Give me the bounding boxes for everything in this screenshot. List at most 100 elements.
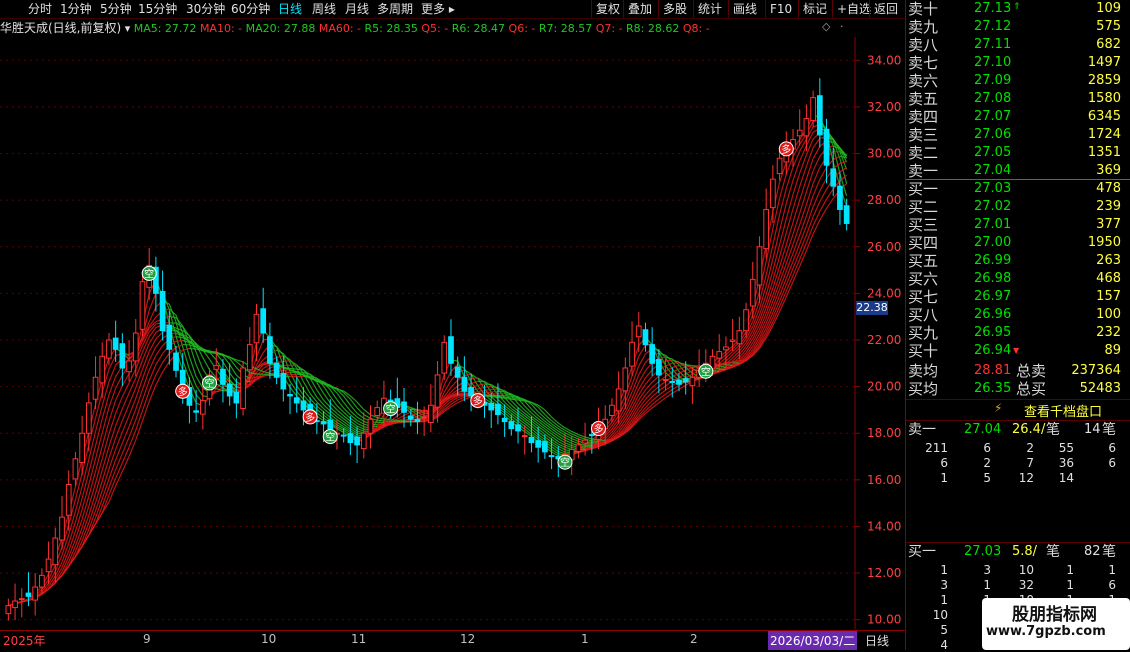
candle-body [73, 459, 78, 479]
period-tab-3[interactable]: 15分钟 [138, 1, 177, 17]
ma-ribbon-line [102, 382, 109, 406]
period-tab-6[interactable]: 日线 [278, 1, 302, 17]
down-arrow-icon: ▼ [1013, 346, 1019, 355]
sell-level-4[interactable]: 卖六27.092859 [906, 72, 1121, 90]
candle-body [771, 179, 776, 207]
ma-ribbon-line [203, 358, 210, 370]
price-tick-label: 32.00 [867, 100, 901, 114]
title-caret-icon[interactable]: ▾ [125, 22, 131, 35]
candle-body [529, 437, 534, 442]
buy-level-6[interactable]: 买七26.97157 [906, 288, 1121, 306]
ma-ribbon-line [780, 204, 787, 231]
order-book-panel: 卖十27.13109卖九27.12575卖八27.11682卖七27.10149… [905, 0, 1130, 650]
ma-ribbon-line [96, 406, 103, 432]
buy-level-3[interactable]: 买四27.001950 [906, 234, 1121, 252]
buy1-queue-header: 买一27.035.8/笔82笔 [906, 542, 1130, 561]
level-label: 卖八 [908, 36, 938, 54]
toolbar-separator [832, 0, 833, 18]
candle-body [261, 309, 266, 333]
sell-level-5[interactable]: 卖五27.081580 [906, 90, 1121, 108]
toolbar-button-6[interactable]: 标记 [803, 1, 827, 17]
buy-level-4[interactable]: 买五26.99263 [906, 252, 1121, 270]
candle-body [804, 119, 809, 136]
period-tab-5[interactable]: 60分钟 [231, 1, 270, 17]
toolbar-separator [623, 0, 624, 18]
indicator-legend: 华胜天成(日线,前复权) ▾ MA5: 27.72 MA10: - MA20: … [0, 19, 856, 37]
ma-ribbon-line [800, 216, 807, 235]
level-price: 27.01 [974, 216, 1024, 234]
ma-ribbon-line [471, 378, 478, 379]
sell-level-9[interactable]: 卖一27.04369 [906, 162, 1121, 180]
sell-level-6[interactable]: 卖四27.076345 [906, 108, 1121, 126]
ma-ribbon-line [102, 395, 109, 419]
ma-ribbon-line [485, 392, 492, 393]
level-price: 26.95 [974, 324, 1024, 342]
ma-ribbon-line [485, 384, 492, 385]
period-tab-7[interactable]: 周线 [312, 1, 336, 17]
ma-values: MA5: 27.72 MA10: - MA20: 27.88 MA60: - R… [134, 22, 710, 35]
toolbar-separator [798, 0, 799, 18]
buy-level-1[interactable]: 买二27.02239 [906, 198, 1121, 216]
level-price: 27.08 [974, 90, 1024, 108]
period-tab-8[interactable]: 月线 [345, 1, 369, 17]
buy-summary: 买均26.35总买52483 [906, 380, 1121, 398]
ma-ribbon-line [813, 220, 820, 234]
ma-ribbon-line [491, 391, 498, 392]
buy-level-5[interactable]: 买六26.98468 [906, 270, 1121, 288]
sell-level-8[interactable]: 卖二27.051351 [906, 144, 1121, 162]
candle-body [355, 437, 360, 445]
ma-ribbon-line [142, 381, 149, 400]
period-tab-4[interactable]: 30分钟 [186, 1, 225, 17]
level-label: 卖六 [908, 72, 938, 90]
level-volume: 468 [1051, 270, 1121, 288]
sell-level-1[interactable]: 卖九27.12575 [906, 18, 1121, 36]
sell-level-3[interactable]: 卖七27.101497 [906, 54, 1121, 72]
level-volume: 89 [1051, 342, 1121, 360]
buy-level-2[interactable]: 买三27.01377 [906, 216, 1121, 234]
ma-ribbon-line [96, 419, 103, 446]
period-tab-1[interactable]: 1分钟 [60, 1, 92, 17]
sell-level-2[interactable]: 卖八27.11682 [906, 36, 1121, 54]
candle-body [636, 326, 641, 337]
level-price: 26.99 [974, 252, 1024, 270]
candle-body [402, 402, 407, 412]
period-tab-9[interactable]: 多周期 [377, 1, 413, 17]
period-tab-10[interactable]: 更多 ▸ [421, 1, 455, 17]
level-volume: 377 [1051, 216, 1121, 234]
ma-ribbon-line [518, 418, 525, 423]
ma-ribbon-line [511, 399, 518, 400]
kline-chart[interactable]: 34.0032.0030.0028.0026.0024.0022.0020.00… [0, 37, 905, 630]
ma-ribbon-line [713, 371, 720, 372]
ma-ribbon-line [96, 433, 103, 459]
toolbar-button-8[interactable]: 返回 [874, 1, 898, 17]
toolbar-button-0[interactable]: 复权 [596, 1, 620, 17]
buy-level-8[interactable]: 买九26.95232 [906, 324, 1121, 342]
view-thousand-button[interactable]: ⚡查看千档盘口 [906, 399, 1130, 421]
ma-ribbon-line [639, 378, 646, 389]
toolbar-button-5[interactable]: F10 [770, 1, 792, 17]
level-volume: 1351 [1051, 144, 1121, 162]
toolbar-button-4[interactable]: 画线 [733, 1, 757, 17]
toolbar-button-3[interactable]: 统计 [698, 1, 722, 17]
ma-ribbon-line [82, 459, 89, 486]
price-tick-label: 28.00 [867, 193, 901, 207]
ma-ribbon-line [786, 222, 793, 244]
sell1-queue-cell: 6 [961, 441, 991, 455]
ma-ribbon-line [733, 361, 740, 362]
sell-level-7[interactable]: 卖三27.061724 [906, 126, 1121, 144]
buy-level-7[interactable]: 买八26.96100 [906, 306, 1121, 324]
diamond-icon[interactable]: ◇ [822, 20, 830, 33]
toolbar-button-7[interactable]: +自选 [837, 1, 871, 17]
candle-body [133, 333, 138, 361]
buy-level-0[interactable]: 买一27.03478 [906, 180, 1121, 198]
ma-ribbon-line [96, 446, 103, 471]
level-label: 买六 [908, 270, 938, 288]
period-tab-2[interactable]: 5分钟 [100, 1, 132, 17]
toolbar-button-1[interactable]: 叠加 [628, 1, 652, 17]
toolbar-button-2[interactable]: 多股 [663, 1, 687, 17]
period-tag[interactable]: 日线 [865, 632, 889, 649]
period-tab-0[interactable]: 分时 [28, 1, 52, 17]
candle-body [60, 517, 65, 540]
candle-body [221, 369, 226, 384]
ma-ribbon-line [806, 234, 813, 251]
